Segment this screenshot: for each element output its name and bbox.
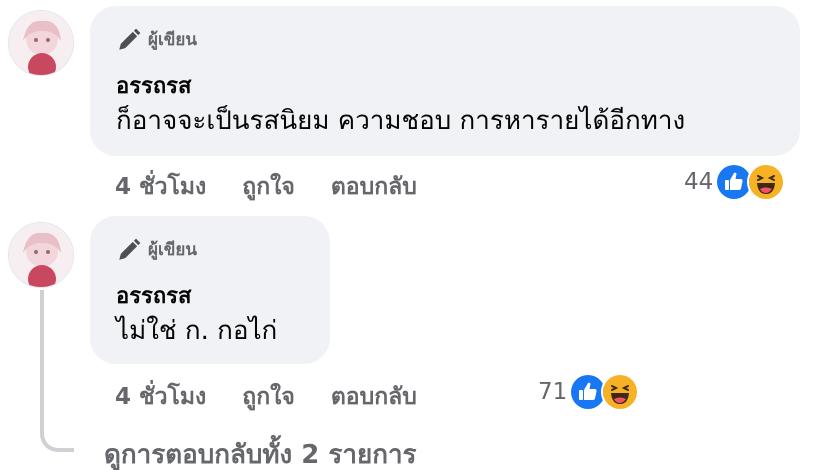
timestamp[interactable]: 4 ชั่วโมง [115, 379, 206, 415]
comment-bubble: ผู้เขียน อรรถรส ไม่ใช่ ก. กอไก่ [90, 216, 330, 364]
author-badge: ผู้เขียน [116, 26, 197, 53]
author-name[interactable]: อรรถรส [116, 68, 191, 103]
comment-text: ก็อาจจะเป็นรสนิยม ความชอบ การหารายได้อีก… [116, 106, 686, 136]
like-button[interactable]: ถูกใจ [242, 379, 295, 415]
thread-connector [40, 290, 74, 452]
comment-bubble: ผู้เขียน อรรถรส ก็อาจจะเป็นรสนิยม ความชอ… [90, 6, 800, 156]
reaction-summary[interactable]: 44 [684, 163, 786, 201]
reply-button[interactable]: ตอบกลับ [331, 379, 417, 415]
reaction-summary[interactable]: 71 [538, 373, 640, 411]
author-name[interactable]: อรรถรส [116, 278, 191, 313]
haha-icon [601, 373, 640, 411]
author-badge-label: ผู้เขียน [148, 240, 197, 260]
avatar[interactable] [8, 222, 74, 288]
view-replies-link[interactable]: ดูการตอบกลับทั้ง 2 รายการ [104, 434, 417, 470]
author-badge: ผู้เขียน [116, 236, 197, 263]
like-button[interactable]: ถูกใจ [242, 169, 295, 205]
author-badge-label: ผู้เขียน [148, 30, 197, 50]
haha-icon [747, 163, 786, 201]
reaction-count: 71 [538, 379, 568, 405]
comment-thread: ผู้เขียน อรรถรส ก็อาจจะเป็นรสนิยม ความชอ… [0, 0, 820, 470]
comment-text: ไม่ใช่ ก. กอไก่ [116, 316, 278, 346]
pencil-icon [119, 238, 141, 260]
avatar[interactable] [8, 10, 74, 76]
comment-actions: 4 ชั่วโมง ถูกใจ ตอบกลับ [115, 379, 453, 415]
pencil-icon [119, 28, 141, 50]
timestamp[interactable]: 4 ชั่วโมง [115, 169, 206, 205]
reaction-count: 44 [684, 169, 714, 195]
comment-actions: 4 ชั่วโมง ถูกใจ ตอบกลับ [115, 169, 453, 205]
reply-button[interactable]: ตอบกลับ [331, 169, 417, 205]
